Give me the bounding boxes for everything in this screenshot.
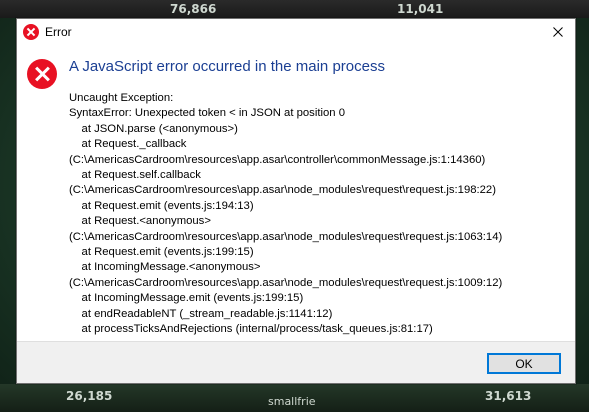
error-message-line: at Request.emit (events.js:199:15) [69, 246, 254, 259]
bg-stat-bottom-left: 26,185 [66, 389, 113, 403]
error-message-line: at IncomingMessage.<anonymous> [69, 261, 261, 274]
error-message-line: at Request.emit (events.js:194:13) [69, 199, 254, 212]
bg-stat-bottom-mid: smallfrie [268, 395, 316, 408]
dialog-title: Error [45, 25, 72, 39]
error-message-line: at Request.self.callback [69, 169, 201, 182]
error-message-line: at endReadableNT (_stream_readable.js:11… [69, 307, 333, 320]
error-message-line: SyntaxError: Unexpected token < in JSON … [69, 107, 345, 120]
close-button[interactable] [541, 19, 575, 45]
top-bar-background [0, 0, 589, 18]
dialog-footer: OK [17, 341, 575, 383]
error-icon [23, 24, 39, 40]
error-message-line: (C:\AmericasCardroom\resources\app.asar\… [69, 184, 496, 197]
error-message-line: at IncomingMessage.emit (events.js:199:1… [69, 292, 304, 305]
error-dialog: Error A JavaScript error occurred in the… [16, 18, 576, 384]
error-message-line: at JSON.parse (<anonymous>) [69, 122, 238, 135]
error-message: Uncaught Exception: SyntaxError: Unexpect… [69, 91, 569, 338]
error-message-line: (C:\AmericasCardroom\resources\app.asar\… [69, 153, 486, 166]
error-message-line: at Request._callback [69, 138, 187, 151]
close-icon [553, 27, 563, 37]
error-message-line: at processTicksAndRejections (internal/p… [69, 323, 433, 336]
dialog-content: A JavaScript error occurred in the main … [17, 45, 575, 343]
dialog-titlebar[interactable]: Error [17, 19, 575, 45]
error-message-line: Uncaught Exception: [69, 92, 174, 104]
error-message-line: (C:\AmericasCardroom\resources\app.asar\… [69, 230, 503, 243]
bg-stat-bottom-right: 31,613 [485, 389, 532, 403]
bg-stat-top-right: 11,041 [397, 2, 444, 16]
error-message-line: at Request.<anonymous> [69, 215, 211, 228]
dialog-heading: A JavaScript error occurred in the main … [69, 58, 385, 75]
error-icon [27, 59, 57, 89]
ok-button[interactable]: OK [487, 353, 561, 374]
bg-stat-top-left: 76,866 [170, 2, 217, 16]
error-message-line: (C:\AmericasCardroom\resources\app.asar\… [69, 276, 503, 289]
